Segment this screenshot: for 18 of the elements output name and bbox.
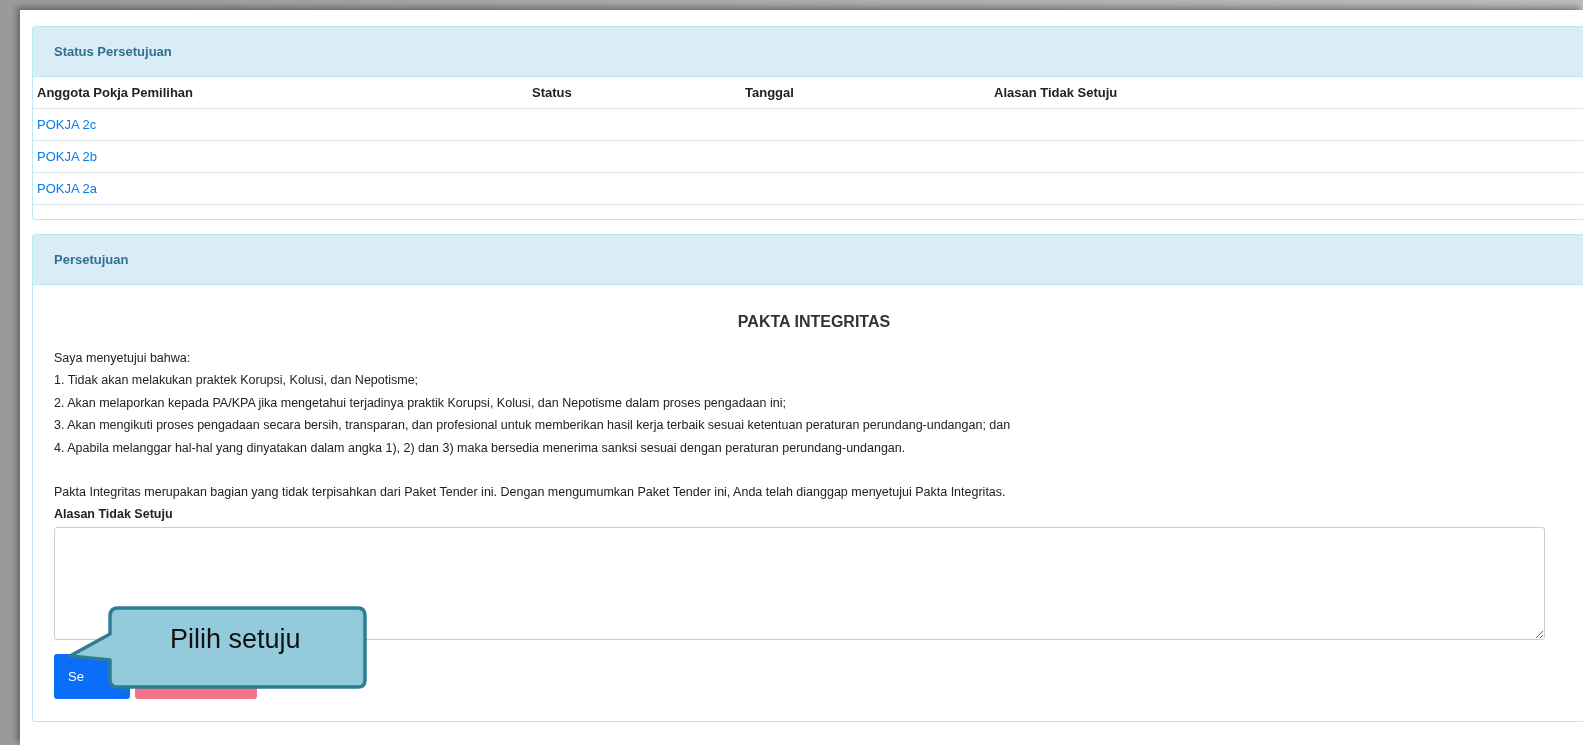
member-link[interactable]: POKJA 2c [37,117,97,132]
agreement-text: 4. Apabila melanggar hal-hal yang dinyatakan dalam angka 1), 2) dan 3) maka bersedia menerima sanksi sesuai dengan peraturan perundang-undangan. [54,439,907,457]
column-header: Anggota Pokja Pemilihan [37,85,195,100]
column-header: Alasan Tidak Setuju [994,85,1119,100]
panel-title: Status Persetujuan [33,27,1583,77]
agreement-text: Saya menyetujui bahwa: [54,350,192,367]
agreement-text: 3. Akan mengikuti proses pengadaan secara bersih, transparan, dan profesional untuk memberikan hasil kerja terbaik sesuai ketentuan peraturan perundang-undangan; dan [54,417,1012,435]
agreement-text: 2. Akan melaporkan kepada PA/KPA jika mengetahui terjadinya praktik Korupsi, Kolusi, dan Nepotisme dalam proses pengadaan ini; [54,394,787,412]
document-heading: PAKTA INTEGRITAS [736,313,892,331]
agreement-text: 1. Tidak akan melakukan praktek Korupsi, Kolusi, dan Nepotisme; [54,372,420,390]
panel-title: Persetujuan [33,235,1583,285]
callout-text: Pilih setuju [170,624,301,655]
column-header: Status [532,85,573,100]
field-label: Alasan Tidak Setuju [54,506,174,524]
agreement-note: Pakta Integritas merupakan bagian yang tidak terpisahkan dari Paket Tender ini. Dengan mengumumkan Paket Tender ini, Anda telah dianggap menyetujui Pakta Integritas. [54,484,1007,502]
member-link[interactable]: POKJA 2a [37,181,97,196]
column-header: Tanggal [745,85,795,100]
member-link[interactable]: POKJA 2b [37,149,97,164]
